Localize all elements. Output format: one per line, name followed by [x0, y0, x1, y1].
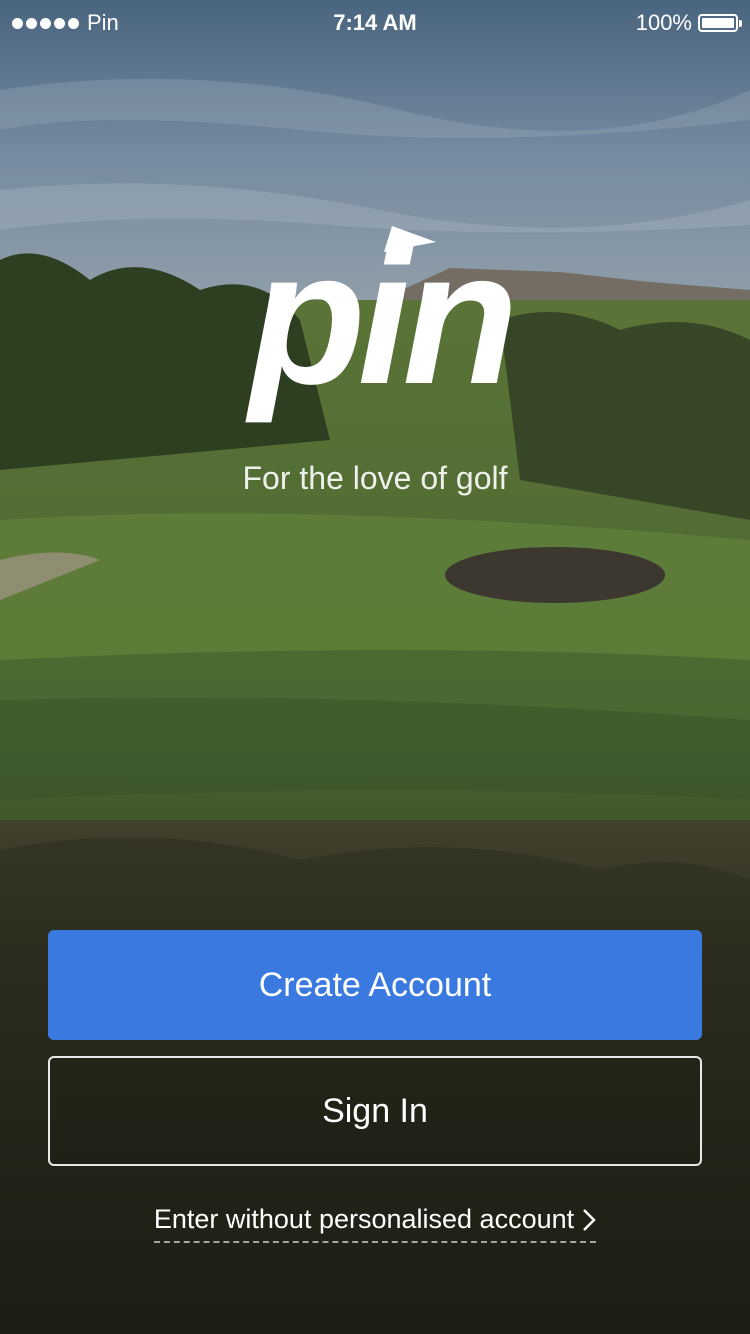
create-account-button[interactable]: Create Account	[48, 930, 702, 1040]
status-bar-right: 100%	[635, 10, 742, 36]
enter-without-account-link[interactable]: Enter without personalised account	[153, 1204, 597, 1243]
welcome-screen: Pin 7:14 AM 100% pin For the love of gol…	[0, 0, 750, 1334]
logo-wordmark: pin	[249, 212, 519, 424]
sign-in-label: Sign In	[322, 1091, 428, 1130]
chevron-right-icon	[582, 1208, 596, 1232]
guest-link-row: Enter without personalised account	[0, 1204, 750, 1243]
battery-icon	[698, 14, 742, 32]
sign-in-button[interactable]: Sign In	[48, 1056, 702, 1166]
app-logo: pin	[230, 218, 530, 418]
guest-link-label: Enter without personalised account	[153, 1204, 575, 1234]
status-bar: Pin 7:14 AM 100%	[0, 0, 750, 44]
battery-percent: 100%	[635, 10, 692, 35]
create-account-label: Create Account	[258, 965, 492, 1004]
tagline: For the love of golf	[242, 460, 508, 496]
